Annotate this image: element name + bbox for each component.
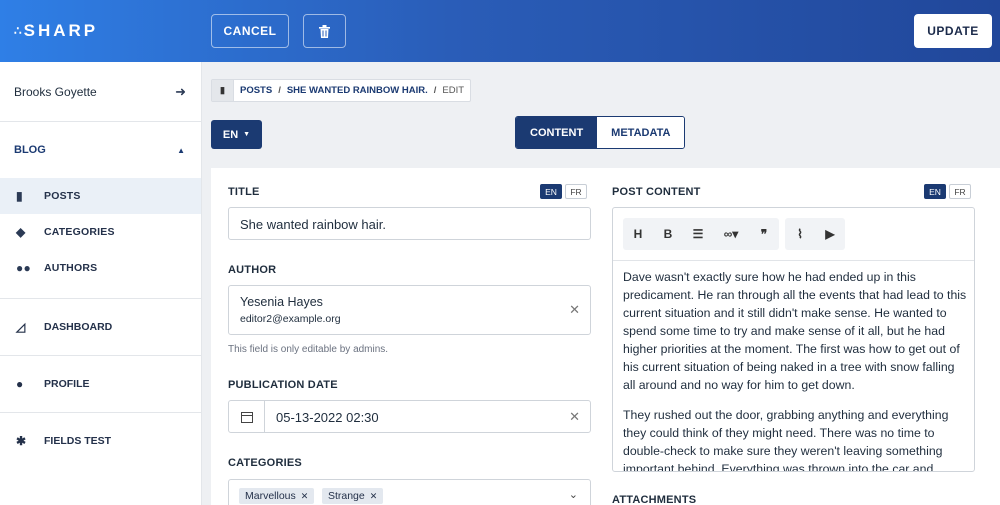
top-bar: ∴ SHARP CANCEL UPDATE	[0, 0, 1000, 62]
title-input[interactable]: She wanted rainbow hair.	[228, 207, 591, 240]
chevron-down-icon[interactable]: ⌄	[569, 488, 578, 501]
author-select[interactable]: Yesenia Hayes editor2@example.org ✕	[228, 285, 591, 335]
breadcrumb-edit: EDIT	[442, 85, 465, 96]
category-tag-label: Marvellous	[245, 490, 296, 502]
user-row: Brooks Goyette ➜	[0, 62, 201, 122]
list-icon[interactable]: ☰	[683, 218, 713, 250]
section-title: BLOG	[14, 144, 46, 156]
clear-author-icon[interactable]: ✕	[569, 302, 580, 318]
sidebar-item-label: PROFILE	[44, 378, 90, 390]
tags-icon: ◆	[16, 225, 26, 239]
update-button[interactable]: UPDATE	[914, 14, 992, 48]
user-icon: ●	[16, 377, 24, 391]
toolbar-media-group: ⌇ ▶	[785, 218, 845, 250]
attachment-icon[interactable]: ⌇	[785, 218, 815, 250]
tab-bar: CONTENT METADATA	[515, 116, 686, 149]
breadcrumb-post-title[interactable]: SHE WANTED RAINBOW HAIR.	[281, 85, 434, 96]
users-icon: ●●	[16, 261, 31, 275]
user-name: Brooks Goyette	[14, 84, 97, 99]
sidebar-section-blog[interactable]: BLOG ▲	[0, 122, 201, 178]
clear-date-icon[interactable]: ✕	[569, 409, 580, 425]
calendar-icon	[229, 401, 265, 432]
date-value: 05-13-2022 02:30	[276, 410, 379, 425]
sidebar-item-authors[interactable]: ●● AUTHORS	[0, 250, 201, 286]
author-name: Yesenia Hayes	[240, 295, 323, 309]
sidebar-item-label: CATEGORIES	[44, 226, 115, 238]
cancel-button[interactable]: CANCEL	[211, 14, 289, 48]
category-tag: Marvellous ✕	[239, 488, 315, 504]
video-icon[interactable]: ▶	[815, 218, 845, 250]
sidebar-item-profile[interactable]: ● PROFILE	[0, 355, 201, 412]
tab-metadata[interactable]: METADATA	[597, 117, 685, 148]
post-content-label: POST CONTENT	[612, 186, 701, 198]
content-paragraph: Dave wasn't exactly sure how he had ende…	[623, 270, 967, 392]
remove-tag-icon[interactable]: ✕	[370, 491, 378, 502]
tab-content[interactable]: CONTENT	[516, 117, 598, 148]
content-paragraph: They rushed out the door, grabbing anyth…	[623, 408, 949, 472]
category-tag-label: Strange	[327, 490, 365, 502]
sidebar-item-label: FIELDS TEST	[44, 435, 112, 447]
lang-en-button[interactable]: EN	[924, 184, 946, 199]
logout-icon[interactable]: ➜	[175, 84, 186, 100]
lang-fr-button[interactable]: FR	[949, 184, 971, 199]
gear-icon: ✱	[16, 434, 27, 448]
sidebar-item-label: DASHBOARD	[44, 321, 113, 333]
title-label: TITLE	[228, 186, 260, 198]
file-icon: ▮	[16, 189, 23, 203]
bold-icon[interactable]: B	[653, 218, 683, 250]
breadcrumb: ▮ POSTS / SHE WANTED RAINBOW HAIR. / EDI…	[211, 79, 472, 102]
quote-icon[interactable]: ❞	[749, 218, 779, 250]
sidebar-item-fields-test[interactable]: ✱ FIELDS TEST	[0, 412, 201, 469]
sidebar: Brooks Goyette ➜ BLOG ▲ ▮ POSTS ◆ CATEGO…	[0, 62, 202, 505]
file-icon: ▮	[212, 80, 234, 101]
trash-icon	[319, 24, 330, 38]
author-label: AUTHOR	[228, 264, 277, 276]
breadcrumb-posts[interactable]: POSTS	[234, 85, 278, 96]
attachments-label: ATTACHMENTS	[612, 494, 697, 505]
app-logo[interactable]: ∴ SHARP	[0, 0, 202, 62]
publication-date-input[interactable]: 05-13-2022 02:30 ✕	[228, 400, 591, 433]
logo-text: SHARP	[23, 21, 99, 40]
toolbar-format-group: H B ☰ ∞▾ ❞	[623, 218, 779, 250]
sidebar-item-categories[interactable]: ◆ CATEGORIES	[0, 214, 201, 250]
sidebar-item-dashboard[interactable]: ◿ DASHBOARD	[0, 298, 201, 355]
heading-icon[interactable]: H	[623, 218, 653, 250]
editor-toolbar: H B ☰ ∞▾ ❞ ⌇ ▶	[623, 218, 851, 250]
remove-tag-icon[interactable]: ✕	[301, 491, 309, 502]
delete-button[interactable]	[303, 14, 346, 48]
locale-dropdown[interactable]: EN ▼	[211, 120, 262, 149]
lang-fr-button[interactable]: FR	[565, 184, 587, 199]
author-email: editor2@example.org	[240, 313, 341, 325]
sidebar-item-label: AUTHORS	[44, 262, 98, 274]
title-lang-switch: EN FR	[540, 184, 587, 199]
lang-en-button[interactable]: EN	[540, 184, 562, 199]
caret-down-icon: ▼	[243, 131, 251, 138]
post-content-editor[interactable]: H B ☰ ∞▾ ❞ ⌇ ▶ Dave wasn't exactly sure …	[612, 207, 975, 472]
locale-value: EN	[222, 128, 239, 141]
publication-date-label: PUBLICATION DATE	[228, 379, 338, 391]
title-input-value: She wanted rainbow hair.	[240, 217, 386, 232]
editor-body[interactable]: Dave wasn't exactly sure how he had ende…	[623, 268, 968, 472]
chart-icon: ◿	[16, 320, 26, 334]
sidebar-item-posts[interactable]: ▮ POSTS	[0, 178, 201, 214]
categories-label: CATEGORIES	[228, 457, 302, 469]
category-tag: Strange ✕	[321, 488, 384, 504]
author-help-text: This field is only editable by admins.	[228, 344, 389, 355]
content-lang-switch: EN FR	[924, 184, 971, 199]
link-icon[interactable]: ∞▾	[713, 218, 749, 250]
editor-divider	[613, 260, 974, 261]
logo-dots: ∴	[14, 24, 22, 38]
chevron-up-icon: ▲	[177, 145, 185, 155]
categories-select[interactable]: Marvellous ✕ Strange ✕ ⌄	[228, 479, 591, 505]
sidebar-item-label: POSTS	[44, 190, 81, 202]
